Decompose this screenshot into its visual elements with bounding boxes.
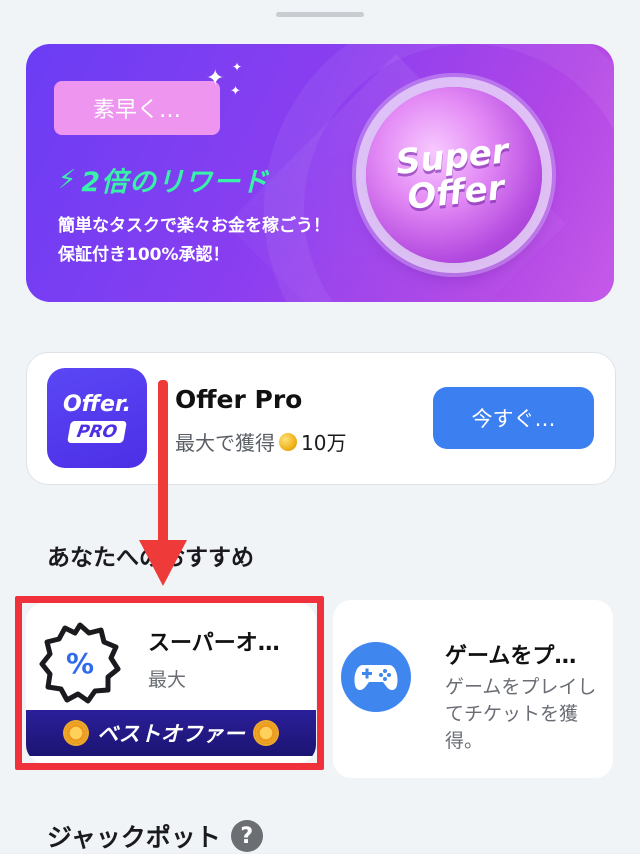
lightning-icon: ⚡ bbox=[58, 164, 78, 195]
subtitle-amount: 10万 bbox=[301, 431, 347, 455]
super-offer-banner[interactable]: 素早く… ✦ ✦ ✦ ⚡ 2倍のリワード 簡単なタスクで楽々お金を稼ごう！ 保証… bbox=[26, 44, 614, 302]
quick-button[interactable]: 素早く… bbox=[54, 81, 220, 135]
offer-pro-title: Offer Pro bbox=[175, 385, 303, 414]
help-icon[interactable]: ? bbox=[230, 820, 263, 852]
sheet-grabber[interactable] bbox=[276, 12, 364, 17]
rec-card-description: ゲームをプレイしてチケットを獲得。 bbox=[445, 676, 597, 752]
annotation-arrow-shaft bbox=[158, 380, 168, 550]
jackpot-title: ジャックポット bbox=[47, 823, 221, 852]
reward-title: ⚡ 2倍のリワード bbox=[58, 160, 269, 199]
banner-description: 簡単なタスクで楽々お金を稼ごう！ 保証付き100%承認！ bbox=[58, 212, 330, 270]
rec-card-title: ゲームをプ… bbox=[445, 644, 577, 669]
annotation-arrow-head bbox=[139, 540, 187, 586]
start-now-button[interactable]: 今すぐ… bbox=[433, 387, 594, 449]
logo-text-pro: PRO bbox=[67, 421, 127, 443]
banner-desc-line1: 簡単なタスクで楽々お金を稼ごう！ bbox=[58, 216, 330, 236]
offer-pro-subtitle: 最大で獲得 10万 bbox=[175, 427, 346, 456]
coin-text-offer: Offer bbox=[405, 167, 507, 218]
sparkle-icon: ✦ bbox=[230, 84, 241, 99]
offer-pro-card[interactable]: Offer. PRO Offer Pro 最大で獲得 10万 今すぐ… bbox=[26, 352, 616, 485]
sparkle-icon: ✦ bbox=[206, 66, 225, 91]
sparkle-icon: ✦ bbox=[232, 60, 243, 74]
gamepad-icon bbox=[341, 642, 411, 712]
banner-desc-line2: 保証付き100%承認！ bbox=[58, 245, 230, 265]
jackpot-header: ジャックポット ? bbox=[47, 818, 263, 854]
subtitle-prefix: 最大で獲得 bbox=[175, 431, 275, 455]
annotation-highlight-box bbox=[15, 596, 324, 770]
logo-text-offer: Offer. bbox=[62, 392, 131, 417]
reward-title-text: 2倍のリワード bbox=[81, 167, 270, 198]
offer-pro-logo: Offer. PRO bbox=[47, 368, 147, 468]
game-card[interactable]: ゲームをプ… ゲームをプレイしてチケットを獲得。 bbox=[333, 600, 613, 778]
coin-icon bbox=[279, 432, 297, 451]
bottom-sheet: 素早く… ✦ ✦ ✦ ⚡ 2倍のリワード 簡単なタスクで楽々お金を稼ごう！ 保証… bbox=[0, 0, 640, 853]
